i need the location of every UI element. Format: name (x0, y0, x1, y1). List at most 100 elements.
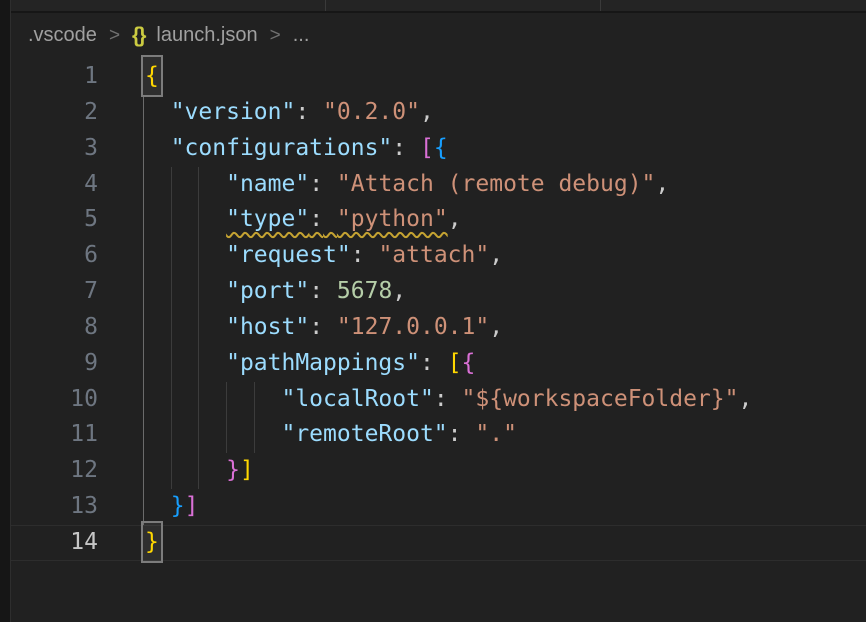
code-line[interactable]: 8 "host": "127.0.0.1", (11, 310, 866, 346)
code-text: "localRoot": "${workspaceFolder}", (143, 382, 752, 418)
warning-squiggle: "type": "python" (226, 206, 448, 232)
token: : (295, 99, 309, 125)
line-number[interactable]: 5 (11, 202, 98, 238)
code-line[interactable]: 14} (11, 525, 866, 561)
token (143, 421, 281, 447)
token (323, 314, 337, 340)
token: "python" (337, 206, 448, 232)
token (448, 386, 462, 412)
token (365, 242, 379, 268)
token: : (434, 386, 448, 412)
token (406, 135, 420, 161)
code-text: "configurations": [{ (143, 131, 448, 167)
token: : (309, 206, 323, 232)
line-number[interactable]: 1 (11, 59, 98, 95)
tab[interactable] (601, 0, 866, 11)
code-line[interactable]: 2 "version": "0.2.0", (11, 95, 866, 131)
code-line[interactable]: 1{ (11, 59, 866, 95)
token: , (489, 242, 503, 268)
token: [ (448, 350, 462, 376)
line-number[interactable]: 6 (11, 238, 98, 274)
token (434, 350, 448, 376)
code-line[interactable]: 13 }] (11, 489, 866, 525)
token: "request" (226, 242, 351, 268)
code-text: } (143, 525, 161, 561)
breadcrumb-folder[interactable]: .vscode (28, 24, 97, 47)
token: : (309, 171, 323, 197)
tab-separator (325, 0, 326, 11)
token: : (309, 278, 323, 304)
token (143, 242, 226, 268)
breadcrumb: .vscode > {} launch.json > ... (11, 13, 866, 58)
code-line[interactable]: 6 "request": "attach", (11, 238, 866, 274)
line-number[interactable]: 9 (11, 346, 98, 382)
token (143, 99, 171, 125)
token: ] (185, 493, 199, 519)
token (323, 278, 337, 304)
token: : (392, 135, 406, 161)
token: "version" (171, 99, 296, 125)
token: [ (420, 135, 434, 161)
code-text: "host": "127.0.0.1", (143, 310, 503, 346)
code-line[interactable]: 12 }] (11, 453, 866, 489)
token: "${workspaceFolder}" (462, 386, 739, 412)
line-number[interactable]: 2 (11, 95, 98, 131)
line-number[interactable]: 14 (11, 525, 98, 561)
token (143, 493, 171, 519)
breadcrumb-symbol-ellipsis[interactable]: ... (293, 24, 310, 47)
token (143, 206, 226, 232)
token: "attach" (378, 242, 489, 268)
json-braces-icon: {} (132, 24, 144, 48)
token: : (351, 242, 365, 268)
line-number[interactable]: 4 (11, 167, 98, 203)
line-number[interactable]: 13 (11, 489, 98, 525)
token: "Attach (remote debug)" (337, 171, 656, 197)
token: 5678 (337, 278, 392, 304)
chevron-right-icon: > (270, 25, 281, 47)
line-number[interactable]: 7 (11, 274, 98, 310)
code-line[interactable]: 3 "configurations": [{ (11, 131, 866, 167)
token: "type" (226, 206, 309, 232)
editor-left-edge (0, 0, 11, 622)
code-line[interactable]: 9 "pathMappings": [{ (11, 346, 866, 382)
code-line[interactable]: 4 "name": "Attach (remote debug)", (11, 167, 866, 203)
token: "pathMappings" (226, 350, 420, 376)
token: , (655, 171, 669, 197)
token (143, 386, 281, 412)
line-number[interactable]: 10 (11, 382, 98, 418)
code-text: "version": "0.2.0", (143, 95, 434, 131)
token: } (171, 493, 185, 519)
token: "port" (226, 278, 309, 304)
code-line[interactable]: 7 "port": 5678, (11, 274, 866, 310)
line-number[interactable]: 12 (11, 453, 98, 489)
token: "host" (226, 314, 309, 340)
token: "configurations" (171, 135, 393, 161)
code-text: "port": 5678, (143, 274, 406, 310)
token (323, 206, 337, 232)
code-text: "type": "python", (143, 202, 462, 238)
breadcrumb-file[interactable]: launch.json (156, 24, 257, 47)
line-number[interactable]: 8 (11, 310, 98, 346)
token: , (420, 99, 434, 125)
token (143, 171, 226, 197)
bracket-match: } (143, 523, 161, 561)
token (143, 457, 226, 483)
code-line[interactable]: 10 "localRoot": "${workspaceFolder}", (11, 382, 866, 418)
code-text: }] (143, 453, 254, 489)
token (143, 135, 171, 161)
code-line[interactable]: 11 "remoteRoot": "." (11, 417, 866, 453)
token: { (462, 350, 476, 376)
tab[interactable] (326, 0, 600, 11)
token: , (392, 278, 406, 304)
token: "0.2.0" (323, 99, 420, 125)
token (143, 314, 226, 340)
token (309, 99, 323, 125)
tab[interactable] (0, 0, 325, 11)
token: } (226, 457, 240, 483)
code-line[interactable]: 5 "type": "python", (11, 202, 866, 238)
line-number[interactable]: 11 (11, 417, 98, 453)
token: : (448, 421, 462, 447)
tab-separator (600, 0, 601, 11)
chevron-right-icon: > (109, 25, 120, 47)
line-number[interactable]: 3 (11, 131, 98, 167)
